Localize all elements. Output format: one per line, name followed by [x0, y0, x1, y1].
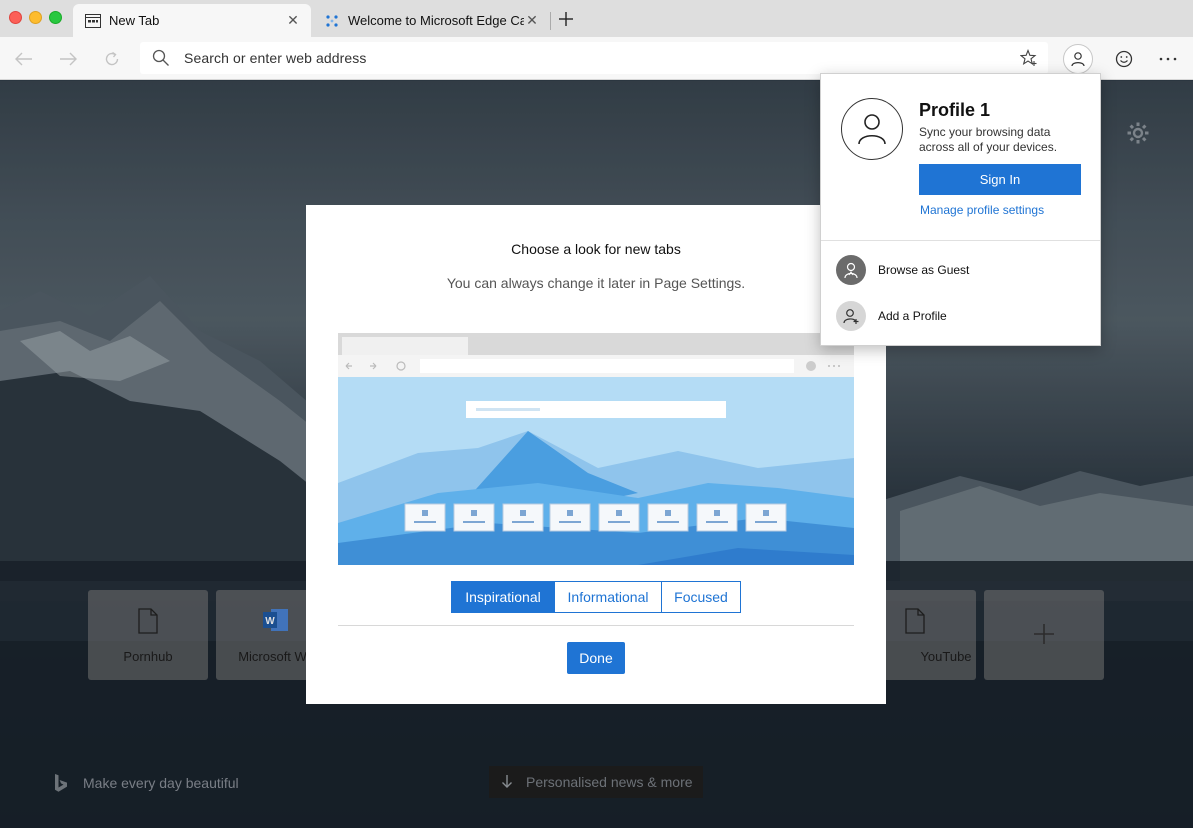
profile-flyout: Profile 1 Sync your browsing data across…: [820, 73, 1101, 346]
settings-menu-button[interactable]: [1153, 44, 1183, 74]
divider: [821, 240, 1100, 241]
done-button[interactable]: Done: [567, 642, 625, 674]
divider: [338, 625, 854, 626]
close-tab-icon[interactable]: ✕: [285, 12, 301, 29]
refresh-button[interactable]: [100, 47, 124, 71]
address-placeholder: Search or enter web address: [184, 50, 367, 66]
option-informational[interactable]: Informational: [554, 581, 662, 613]
guest-icon: [836, 255, 866, 285]
plus-icon: [559, 12, 573, 26]
minimize-window-button[interactable]: [29, 11, 42, 24]
search-icon: [152, 49, 170, 72]
profile-description: Sync your browsing data across all of yo…: [919, 125, 1058, 154]
layout-preview-image: [338, 333, 854, 565]
profile-name: Profile 1: [919, 100, 991, 120]
profile-button[interactable]: [1063, 44, 1093, 74]
profile-avatar: [841, 98, 903, 160]
add-profile-item[interactable]: Add a Profile: [836, 301, 947, 331]
tab-new-tab[interactable]: New Tab ✕: [73, 4, 311, 37]
add-profile-label: Add a Profile: [878, 309, 947, 323]
smiley-icon: [1115, 50, 1133, 68]
dialog-subtitle: You can always change it later in Page S…: [446, 275, 746, 291]
tab-strip: New Tab ✕ Welcome to Microsoft Edge Ca ✕: [0, 0, 1193, 37]
option-focused[interactable]: Focused: [661, 581, 741, 613]
browse-as-guest-label: Browse as Guest: [878, 263, 970, 277]
address-bar[interactable]: Search or enter web address: [140, 42, 1048, 74]
manage-profile-link[interactable]: Manage profile settings: [920, 203, 1044, 217]
forward-arrow-icon: [60, 52, 77, 66]
dialog-title: Choose a look for new tabs: [511, 241, 681, 257]
tab-welcome[interactable]: Welcome to Microsoft Edge Ca ✕: [312, 4, 550, 37]
back-button[interactable]: [12, 47, 36, 71]
newtab-icon: [85, 13, 101, 29]
tab-title: New Tab: [109, 13, 160, 28]
new-tab-button[interactable]: [556, 9, 576, 29]
feedback-button[interactable]: [1109, 44, 1139, 74]
person-icon: [1071, 52, 1085, 67]
tab-separator: [550, 12, 551, 30]
option-inspirational[interactable]: Inspirational: [451, 581, 555, 613]
maximize-window-button[interactable]: [49, 11, 62, 24]
forward-button[interactable]: [56, 47, 80, 71]
close-tab-icon[interactable]: ✕: [524, 12, 540, 29]
person-icon: [858, 114, 886, 145]
more-icon: [1159, 57, 1177, 61]
close-window-button[interactable]: [9, 11, 22, 24]
tab-title: Welcome to Microsoft Edge Ca: [348, 13, 524, 28]
sign-in-button[interactable]: Sign In: [919, 164, 1081, 195]
refresh-icon: [105, 51, 119, 66]
back-arrow-icon: [15, 52, 32, 66]
add-favorite-icon[interactable]: [1019, 49, 1038, 72]
edge-loading-icon: [324, 13, 340, 29]
browse-as-guest-item[interactable]: Browse as Guest: [836, 255, 969, 285]
new-tab-layout-dialog: Choose a look for new tabs You can alway…: [306, 205, 886, 704]
add-profile-icon: [836, 301, 866, 331]
